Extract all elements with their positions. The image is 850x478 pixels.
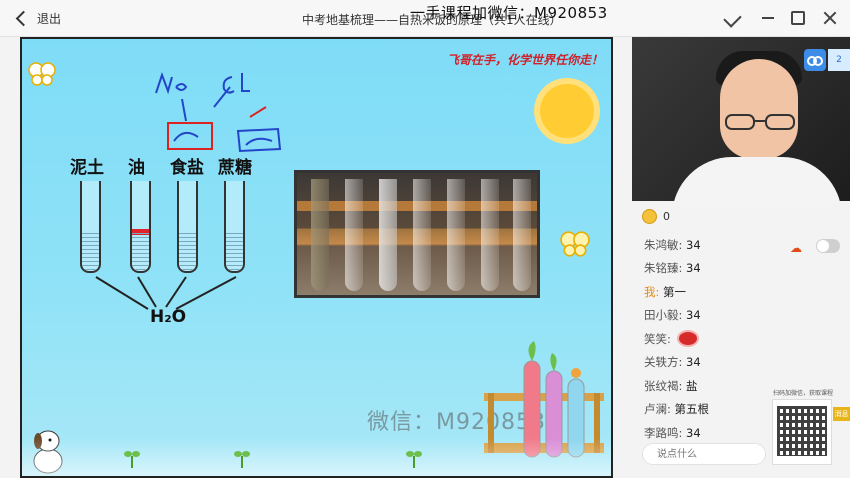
floor-decoration [22, 438, 611, 476]
label-soil: 泥土 [70, 158, 104, 178]
viewer-count-button[interactable]: 2 [828, 49, 850, 71]
glasses [725, 114, 795, 130]
sun-illustration [540, 84, 594, 138]
chat-input[interactable] [655, 447, 765, 461]
minimize-icon [762, 17, 774, 19]
back-button[interactable]: 退出 [14, 8, 61, 28]
butterfly-icon [28, 62, 56, 86]
sprout-icon [234, 451, 250, 468]
teacher-face [720, 59, 798, 159]
test-tube-sugar [224, 181, 245, 273]
chat-row: 关轶方: 34 [644, 355, 701, 370]
coin-icon [642, 209, 657, 224]
chat-input-wrapper[interactable] [642, 443, 766, 465]
chat-row: 朱鸿敏: 34 [644, 237, 701, 252]
back-label: 退出 [37, 11, 62, 26]
cloud-button[interactable] [804, 49, 826, 71]
label-salt: 食盐 [170, 158, 204, 178]
message-tab[interactable]: 消息 [833, 407, 850, 421]
maximize-icon [791, 11, 805, 25]
cloud-icon [807, 56, 823, 66]
sprout-icon [406, 451, 422, 468]
title-bar: 退出 中考地基梳理——自热米饭的原理（共1人在线） 一手课程加微信：M92085… [0, 0, 850, 37]
test-tube-oil [130, 181, 151, 273]
qr-code: 扫码加微信，获取课程 [772, 390, 833, 465]
right-panel: 2 0 ☁ 朱鸿敏: 34 朱铭臻: 34 我: 第一 田小毅: 34 笑笑: … [632, 37, 850, 478]
lips-emoji-icon [676, 330, 699, 348]
top-watermark: 一手课程加微信：M920853 [410, 4, 608, 22]
chat-row: 朱铭臻: 34 [644, 261, 701, 276]
test-tube-salt [177, 181, 198, 273]
slide-slogan: 飞哥在手，化学世界任你走！ [446, 53, 603, 67]
pin-icon [722, 8, 742, 28]
minimize-button[interactable] [756, 6, 780, 30]
teacher-video: 2 [632, 37, 850, 201]
chat-row: 笑笑: [644, 327, 844, 351]
butterfly-icon [560, 231, 590, 257]
pin-button[interactable] [720, 6, 744, 30]
sprout-icon [124, 451, 140, 468]
label-sugar: 蔗糖 [218, 158, 252, 178]
chat-row: 田小毅: 34 [644, 308, 701, 323]
chevron-left-icon [15, 10, 32, 26]
maximize-button[interactable] [786, 6, 810, 30]
close-icon [823, 11, 837, 25]
test-tube-soil [80, 181, 101, 273]
coin-counter: 0 [642, 209, 670, 224]
qr-caption: 扫码加微信，获取课程 [773, 390, 834, 397]
handwritten-annotations [155, 72, 282, 153]
chat-row: 我: 第一 [644, 284, 687, 299]
viewer-count: 2 [836, 55, 842, 65]
water-formula: H₂O [150, 307, 187, 327]
experiment-photo [294, 170, 540, 298]
coin-count: 0 [663, 210, 670, 223]
teacher-shirt [672, 157, 842, 201]
courseware-slide: 飞哥在手，化学世界任你走！ 泥土 油 食盐 蔗糖 H₂O 微信：M920853 [20, 37, 613, 478]
label-oil: 油 [128, 158, 145, 178]
close-button[interactable] [818, 6, 842, 30]
